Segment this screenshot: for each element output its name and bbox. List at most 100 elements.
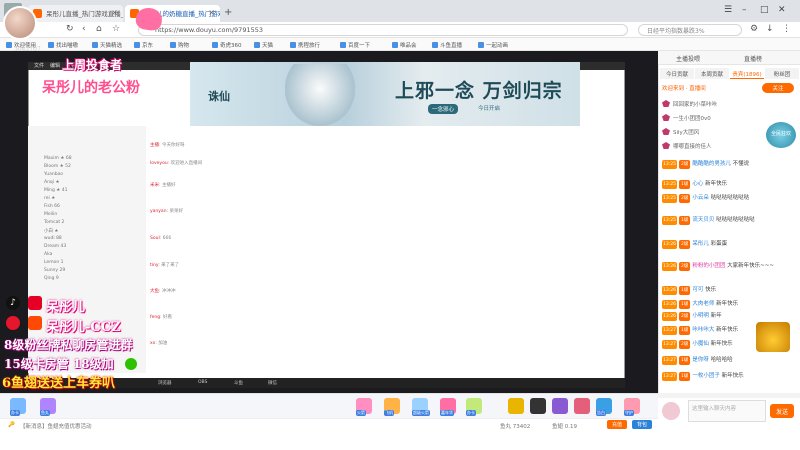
tab-fans[interactable]: 粉丝团	[765, 68, 799, 79]
download-icon[interactable]: ↓	[766, 24, 774, 34]
extensions-icon[interactable]: ⚙	[750, 24, 758, 34]
list-item: Meilin	[44, 212, 58, 217]
bookmark-item[interactable]: 唯品会	[392, 41, 417, 49]
chat-nick[interactable]: 可可	[692, 287, 703, 293]
gift-label: 守护	[624, 410, 634, 416]
send-button[interactable]: 发送	[770, 404, 794, 418]
gift-icon[interactable]	[530, 398, 546, 414]
fan-badge: 1级	[678, 180, 691, 189]
chat-time: 13:25	[662, 194, 677, 203]
chat-nick[interactable]: 是你呀	[692, 357, 709, 363]
bookmark-item[interactable]: 携程旅行	[290, 41, 320, 49]
tab-weekly[interactable]: 本周贡献	[695, 68, 729, 79]
chat-text: 新年快乐	[710, 341, 733, 347]
fan-badge: 2级	[678, 262, 691, 271]
chat-nick[interactable]: 小魔仙	[692, 341, 709, 347]
home-icon[interactable]: ⌂	[96, 24, 102, 34]
status-icon: 🔑	[8, 422, 15, 428]
url-input[interactable]: https://www.douyu.com/9791553	[138, 24, 628, 36]
chat-time: 13:25	[662, 216, 677, 225]
chat-message-row: 13:26 2级 小明明 新年	[662, 312, 798, 321]
chat-time: 13:25	[662, 160, 677, 169]
chat-message: 冲冲冲	[161, 289, 176, 294]
close-tab-icon[interactable]: ×	[111, 8, 118, 17]
bookmark-item[interactable]: 斗鱼直播	[432, 41, 462, 49]
rank-item[interactable]: 一生小团团0v0	[662, 114, 711, 122]
chat-message: 好看	[163, 315, 173, 320]
bookmark-item[interactable]: 天猫	[254, 41, 273, 49]
minimize-icon[interactable]: –	[742, 5, 747, 15]
bookmark-item[interactable]: 百度一下	[340, 41, 370, 49]
fan-badge: 2级	[678, 160, 691, 169]
status-message[interactable]: 【新消息】鱼翅充值优惠活动	[20, 422, 92, 430]
gift-icon[interactable]	[508, 398, 524, 414]
list-item: Yuanbao	[44, 172, 64, 177]
chat-nick[interactable]: 呆彤儿	[692, 241, 709, 247]
rank-item[interactable]: 回回家的小菜咔咔	[662, 100, 717, 108]
chat-message-row: 13:26 2级 呆彤儿 彩蛋蛋	[662, 240, 798, 249]
new-tab-button[interactable]: +	[224, 7, 232, 18]
back-icon[interactable]: ‹	[82, 24, 86, 34]
streamer-avatar	[3, 6, 37, 40]
chat-nick[interactable]: 咔咔咔大	[692, 327, 714, 333]
search-input[interactable]: 日经平均指数暴跌3%	[638, 24, 742, 36]
backpack-button[interactable]: 背包	[632, 420, 652, 429]
chat-user: 大鱼	[150, 289, 159, 294]
reload-icon[interactable]: ↻	[66, 24, 74, 34]
rank-item[interactable]: 哪哪直接的佳人	[662, 142, 712, 150]
panel-header-left[interactable]: 主播投喂	[676, 54, 700, 63]
bookmark-item[interactable]: 购物	[170, 41, 189, 49]
follow-button[interactable]: 关注	[762, 83, 794, 93]
fan-badge: 1级	[678, 372, 691, 381]
tab-vip[interactable]: 贵宾(1896)	[730, 68, 764, 79]
treasure-chest-icon[interactable]	[756, 322, 790, 352]
chat-time: 13:27	[662, 326, 677, 335]
bookmark-item[interactable]: 一起动画	[478, 41, 508, 49]
recharge-button[interactable]: 充值	[607, 420, 627, 429]
list-item: Qing 9	[44, 276, 59, 281]
maximize-icon[interactable]: □	[760, 5, 769, 15]
fan-badge: 2级	[678, 194, 691, 203]
rank-item[interactable]: Sily大团风	[662, 128, 699, 136]
fan-badge: 1级	[678, 356, 691, 365]
bookmark-item[interactable]: 京东	[134, 41, 153, 49]
bookmark-item[interactable]: 奇虎360	[212, 41, 242, 49]
social-handle: 呆彤儿	[46, 300, 86, 315]
chat-nick[interactable]: 大肉老师	[692, 301, 714, 307]
chat-message: 主播好	[161, 183, 176, 188]
gift-icon[interactable]	[574, 398, 590, 414]
more-icon[interactable]: ⋮	[782, 24, 791, 34]
bookmark-item[interactable]: 天猫精选	[92, 41, 122, 49]
list-item: wudi 88	[44, 236, 62, 241]
bookmark-icon[interactable]: ☆	[112, 24, 120, 34]
bookmark-item[interactable]: 找出喵嗷	[48, 41, 78, 49]
chat-nick[interactable]: 心心	[692, 181, 703, 187]
top-fan-name: 呆彤儿的老公粉	[38, 76, 144, 98]
chat-message: 今天你好呀	[161, 143, 185, 148]
tab-daily[interactable]: 今日贡献	[660, 68, 694, 79]
stream-chat-row: yanyan: 呆呆好	[150, 209, 183, 214]
chat-time: 13:26	[662, 240, 677, 249]
list-item: Bloom ★ 52	[44, 164, 71, 169]
browser-tab-1[interactable]: 呆彤儿直播_热门游戏直播_斗鱼×	[28, 5, 123, 22]
gift-label: 飞机	[384, 410, 394, 416]
gift-icon[interactable]	[552, 398, 568, 414]
chat-input[interactable]: 这里输入聊天内容	[688, 400, 766, 422]
taskbar-item: 浏览器	[158, 381, 172, 386]
user-avatar[interactable]	[662, 402, 680, 420]
chat-nick[interactable]: 一枚小团子	[692, 373, 720, 379]
menu-icon[interactable]: ☰	[724, 5, 732, 15]
close-window-icon[interactable]: ✕	[778, 5, 786, 15]
close-tab-icon[interactable]: ×	[208, 8, 215, 17]
wechat-icon	[125, 358, 137, 370]
chat-nick[interactable]: 流天贝贝	[692, 217, 714, 223]
panel-header-right[interactable]: 直播榜	[744, 54, 762, 63]
chat-user: 主播	[150, 143, 159, 148]
chat-nick[interactable]: 小云朵	[692, 195, 709, 201]
chat-user: 米米	[150, 183, 159, 188]
chat-nick[interactable]: 粉粉的小团团	[692, 263, 725, 269]
chat-nick[interactable]: 小明明	[692, 313, 709, 319]
event-badge[interactable]: 全民狂欢	[766, 122, 796, 148]
chat-input-placeholder: 这里输入聊天内容	[692, 406, 737, 412]
chat-nick[interactable]: 酷酷酷的男孩儿	[692, 161, 731, 167]
